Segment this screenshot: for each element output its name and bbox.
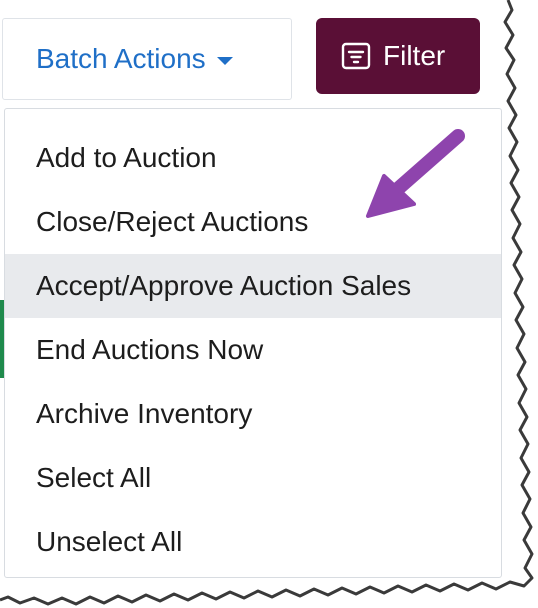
filter-button[interactable]: Filter [316, 18, 480, 94]
menu-item-end-auctions-now[interactable]: End Auctions Now [5, 318, 501, 382]
menu-item-label: Select All [36, 462, 152, 493]
menu-item-label: Close/Reject Auctions [36, 206, 309, 237]
menu-item-label: End Auctions Now [36, 334, 264, 365]
menu-item-select-all[interactable]: Select All [5, 446, 501, 510]
menu-item-label: Add to Auction [36, 142, 217, 173]
filter-label: Filter [383, 40, 446, 71]
menu-item-label: Accept/Approve Auction Sales [36, 270, 412, 301]
menu-item-accept-approve-auction-sales[interactable]: Accept/Approve Auction Sales [5, 254, 501, 318]
arrow-icon [366, 129, 465, 218]
caret-down-icon [216, 56, 233, 65]
batch-actions-button[interactable]: Batch Actions [2, 18, 292, 100]
menu-item-label: Archive Inventory [36, 398, 253, 429]
batch-actions-label: Batch Actions [36, 43, 206, 74]
filter-icon [341, 42, 371, 70]
menu-item-unselect-all[interactable]: Unselect All [5, 510, 501, 574]
screenshot-stage: Batch Actions Filter Add to Auction Clos… [0, 0, 538, 608]
menu-item-archive-inventory[interactable]: Archive Inventory [5, 382, 501, 446]
menu-item-label: Unselect All [36, 526, 183, 557]
